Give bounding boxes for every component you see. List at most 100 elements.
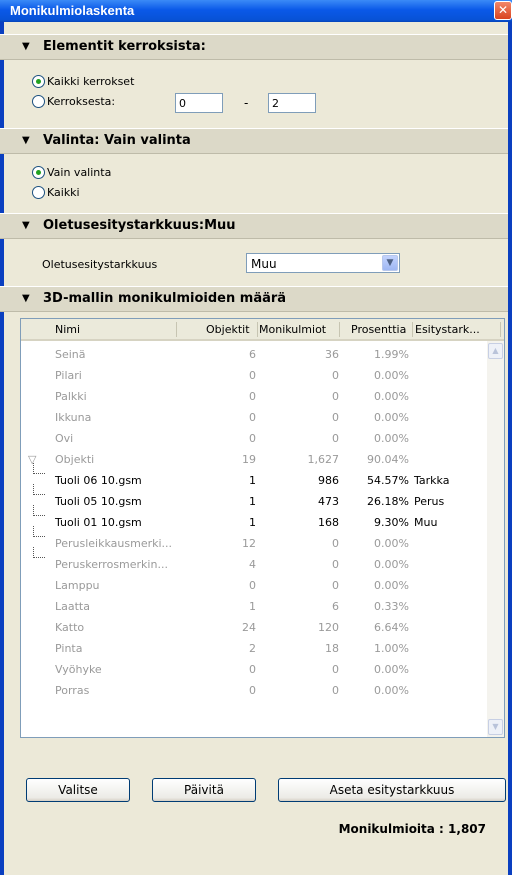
cell-percent: 0.00% — [374, 663, 409, 676]
table-row[interactable]: Pilari 0 0 0.00% — [21, 364, 486, 385]
cell-percent: 0.33% — [374, 600, 409, 613]
cell-polygons: 0 — [332, 684, 339, 697]
radio-selection-only[interactable]: Vain valinta — [32, 164, 111, 180]
column-header-detail[interactable]: Esitystark... — [415, 323, 480, 336]
select-button[interactable]: Valitse — [26, 778, 130, 802]
cell-name: Peruskerrosmerkin... — [55, 558, 168, 571]
floor-from-input[interactable]: 0 — [175, 93, 223, 113]
radio-button[interactable] — [32, 74, 45, 88]
section-elements-header[interactable]: ▼ Elementit kerroksista: — [0, 34, 508, 60]
cell-objects: 19 — [242, 453, 256, 466]
detail-dropdown[interactable]: Muu ▼ — [246, 253, 400, 273]
table-row[interactable]: Perusleikkausmerki... 12 0 0.00% — [21, 526, 486, 553]
section-polycount-header[interactable]: ▼ 3D-mallin monikulmioiden määrä — [0, 286, 508, 312]
radio-label: Kaikki — [47, 185, 80, 199]
table-row[interactable]: Porras 0 0 0.00% — [21, 679, 486, 700]
cell-name: Ikkuna — [55, 411, 92, 424]
table-scrollbar[interactable]: ▲ ▼ — [487, 341, 504, 737]
detail-label: Oletusesitystarkkuus — [42, 258, 158, 271]
cell-objects: 1 — [249, 516, 256, 529]
cell-name: Ovi — [55, 432, 74, 445]
table-row[interactable]: Palkki 0 0 0.00% — [21, 385, 486, 406]
column-header-objects[interactable]: Objektit — [206, 323, 250, 336]
cell-percent: 0.00% — [374, 579, 409, 592]
scroll-down-icon[interactable]: ▼ — [488, 719, 503, 735]
section-detail-header[interactable]: ▼ Oletusesitystarkkuus:Muu — [0, 213, 508, 239]
cell-name: Tuoli 06 10.gsm — [55, 474, 142, 487]
column-header-name[interactable]: Nimi — [55, 323, 80, 336]
cell-objects: 4 — [249, 558, 256, 571]
floor-to-input[interactable]: 2 — [268, 93, 316, 113]
section-polycount-title: 3D-mallin monikulmioiden määrä — [43, 291, 287, 306]
cell-name: Pilari — [55, 369, 82, 382]
scroll-up-icon[interactable]: ▲ — [488, 343, 503, 359]
cell-polygons: 473 — [318, 495, 339, 508]
radio-button[interactable] — [32, 165, 45, 179]
table-row[interactable]: Ikkuna 0 0 0.00% — [21, 406, 486, 427]
table-row[interactable]: Tuoli 05 10.gsm 1 473 26.18% Perus — [21, 484, 486, 511]
range-dash: - — [244, 96, 249, 110]
cell-percent: 0.00% — [374, 558, 409, 571]
radio-button[interactable] — [32, 94, 45, 108]
cell-objects: 1 — [249, 474, 256, 487]
radio-selection-all[interactable]: Kaikki — [32, 184, 80, 200]
cell-percent: 54.57% — [367, 474, 409, 487]
cell-objects: 1 — [249, 600, 256, 613]
cell-objects: 0 — [249, 432, 256, 445]
radio-button[interactable] — [32, 185, 45, 199]
title-bar[interactable]: Monikulmiolaskenta ✕ — [0, 0, 512, 22]
column-header-polygons[interactable]: Monikulmiot — [259, 323, 326, 336]
radio-from-floor[interactable]: Kerroksesta: — [32, 93, 115, 109]
cell-polygons: 120 — [318, 621, 339, 634]
column-header-percent[interactable]: Prosenttia — [351, 323, 406, 336]
dropdown-value: Muu — [251, 257, 277, 271]
collapse-arrow-icon: ▼ — [22, 41, 30, 52]
cell-objects: 0 — [249, 579, 256, 592]
tree-connector — [33, 505, 45, 516]
chevron-down-icon[interactable]: ▼ — [382, 255, 398, 271]
cell-name: Palkki — [55, 390, 87, 403]
cell-polygons: 0 — [332, 432, 339, 445]
table-row[interactable]: Vyöhyke 0 0 0.00% — [21, 658, 486, 679]
table-row[interactable]: Tuoli 01 10.gsm 1 168 9.30% Muu — [21, 505, 486, 532]
table-row[interactable]: Seinä 6 36 1.99% — [21, 343, 486, 364]
collapse-arrow-icon: ▼ — [22, 220, 30, 231]
cell-polygons: 6 — [332, 600, 339, 613]
close-icon[interactable]: ✕ — [494, 1, 512, 20]
table-row[interactable]: Lamppu 0 0 0.00% — [21, 574, 486, 595]
tree-connector — [33, 547, 45, 558]
cell-name: Tuoli 05 10.gsm — [55, 495, 142, 508]
cell-polygons: 0 — [332, 579, 339, 592]
cell-objects: 12 — [242, 537, 256, 550]
table-row[interactable]: Pinta 2 18 1.00% — [21, 637, 486, 658]
polygon-table[interactable]: Nimi Objektit Monikulmiot Prosenttia Esi… — [20, 318, 505, 738]
cell-percent: 0.00% — [374, 684, 409, 697]
cell-percent: 0.00% — [374, 537, 409, 550]
radio-all-floors[interactable]: Kaikki kerrokset — [32, 73, 134, 89]
cell-polygons: 0 — [332, 663, 339, 676]
cell-objects: 0 — [249, 390, 256, 403]
table-row[interactable]: Laatta 1 6 0.33% — [21, 595, 486, 616]
table-row[interactable]: Ovi 0 0 0.00% — [21, 427, 486, 448]
cell-polygons: 0 — [332, 537, 339, 550]
table-row[interactable]: Tuoli 06 10.gsm 1 986 54.57% Tarkka — [21, 463, 486, 490]
section-selection-header[interactable]: ▼ Valinta: Vain valinta — [0, 128, 508, 154]
cell-percent: 6.64% — [374, 621, 409, 634]
cell-objects: 6 — [249, 348, 256, 361]
cell-polygons: 1,627 — [307, 453, 340, 466]
cell-percent: 0.00% — [374, 390, 409, 403]
table-row[interactable]: Katto 24 120 6.64% — [21, 616, 486, 637]
set-detail-button[interactable]: Aseta esitystarkkuus — [278, 778, 506, 802]
cell-detail: Tarkka — [414, 474, 450, 487]
polygon-total: Monikulmioita : 1,807 — [338, 822, 486, 836]
cell-objects: 0 — [249, 663, 256, 676]
cell-percent: 90.04% — [367, 453, 409, 466]
cell-polygons: 0 — [332, 558, 339, 571]
table-row[interactable]: Peruskerrosmerkin... 4 0 0.00% — [21, 547, 486, 574]
cell-polygons: 0 — [332, 369, 339, 382]
collapse-arrow-icon: ▼ — [22, 293, 30, 304]
refresh-button[interactable]: Päivitä — [152, 778, 256, 802]
cell-name: Seinä — [55, 348, 86, 361]
table-row[interactable]: ▽ Objekti 19 1,627 90.04% — [21, 448, 486, 469]
cell-percent: 0.00% — [374, 369, 409, 382]
